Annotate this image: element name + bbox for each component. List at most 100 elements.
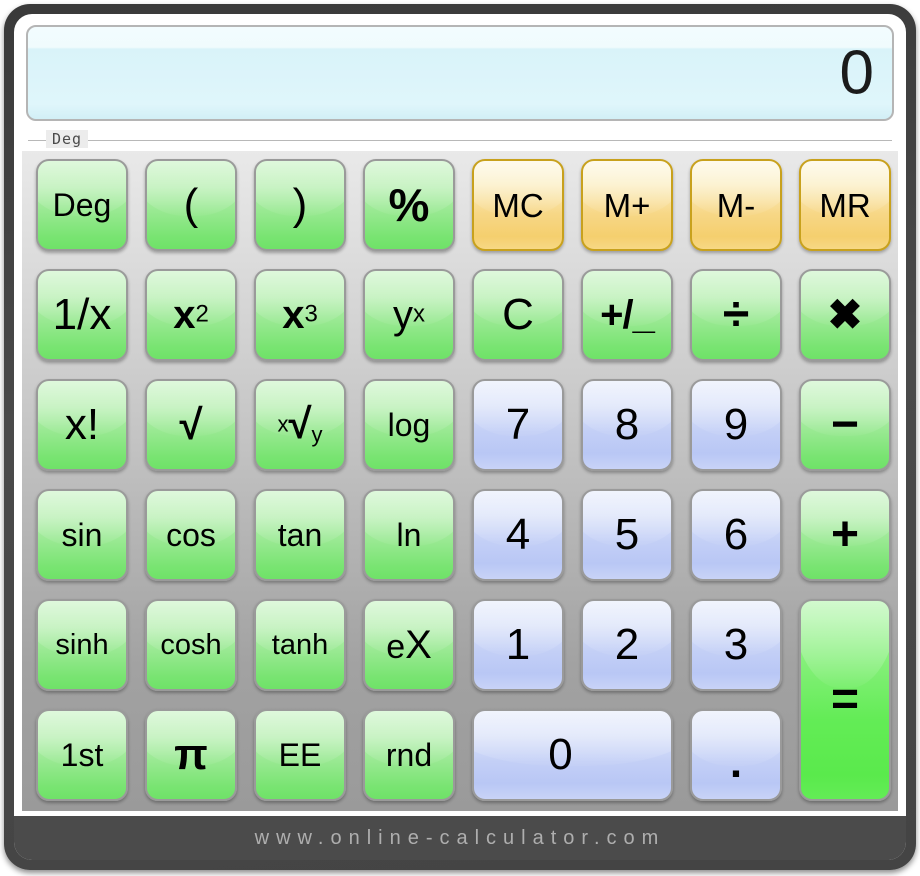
key-label-y-to-x: yx bbox=[393, 293, 425, 337]
key-round[interactable]: rnd bbox=[363, 709, 455, 801]
key-first-function[interactable]: 1st bbox=[36, 709, 128, 801]
key-label-cos: cos bbox=[166, 517, 216, 553]
key-label-digit-6: 6 bbox=[723, 510, 749, 559]
calculator-display[interactable]: 0 bbox=[26, 25, 894, 121]
key-ln[interactable]: ln bbox=[363, 489, 455, 581]
key-label-subtract: − bbox=[830, 398, 860, 451]
key-label-equals: = bbox=[830, 673, 860, 726]
key-subtract[interactable]: − bbox=[799, 379, 891, 471]
key-deg[interactable]: Deg bbox=[36, 159, 128, 251]
key-memory-clear[interactable]: MC bbox=[472, 159, 564, 251]
key-label-sign-toggle: +/_ bbox=[600, 293, 655, 337]
key-label-ln: ln bbox=[396, 517, 422, 553]
key-close-paren[interactable]: ) bbox=[254, 159, 346, 251]
key-digit-5[interactable]: 5 bbox=[581, 489, 673, 581]
key-open-paren[interactable]: ( bbox=[145, 159, 237, 251]
key-digit-8[interactable]: 8 bbox=[581, 379, 673, 471]
key-percent[interactable]: % bbox=[363, 159, 455, 251]
key-memory-recall[interactable]: MR bbox=[799, 159, 891, 251]
key-x-squared[interactable]: x2 bbox=[145, 269, 237, 361]
key-label-digit-3: 3 bbox=[723, 620, 749, 669]
key-label-clear: C bbox=[502, 290, 534, 339]
key-square-root[interactable]: √ bbox=[145, 379, 237, 471]
key-label-percent: % bbox=[388, 179, 430, 231]
key-label-first-function: 1st bbox=[60, 737, 104, 773]
key-label-digit-5: 5 bbox=[614, 510, 640, 559]
key-log[interactable]: log bbox=[363, 379, 455, 471]
key-label-sin: sin bbox=[61, 517, 103, 553]
key-digit-7[interactable]: 7 bbox=[472, 379, 564, 471]
site-url: www.online-calculator.com bbox=[254, 826, 666, 849]
key-label-nth-root: x√y bbox=[277, 400, 323, 448]
key-label-tan: tan bbox=[277, 517, 323, 553]
key-label-digit-1: 1 bbox=[505, 620, 531, 669]
key-tan[interactable]: tan bbox=[254, 489, 346, 581]
key-label-deg: Deg bbox=[52, 187, 112, 223]
key-label-round: rnd bbox=[385, 737, 433, 773]
key-label-open-paren: ( bbox=[183, 180, 199, 229]
key-label-tanh: tanh bbox=[271, 628, 329, 661]
key-label-multiply: ✖ bbox=[827, 291, 863, 338]
key-cosh[interactable]: cosh bbox=[145, 599, 237, 691]
key-digit-2[interactable]: 2 bbox=[581, 599, 673, 691]
key-y-to-x[interactable]: yx bbox=[363, 269, 455, 361]
footer-bar: www.online-calculator.com bbox=[14, 816, 906, 860]
key-label-digit-4: 4 bbox=[505, 510, 531, 559]
key-digit-1[interactable]: 1 bbox=[472, 599, 564, 691]
key-label-e-to-x: eX bbox=[386, 623, 432, 667]
key-factorial[interactable]: x! bbox=[36, 379, 128, 471]
key-label-decimal-point: . bbox=[729, 738, 743, 787]
key-label-log: log bbox=[387, 407, 431, 443]
key-x-cubed[interactable]: x3 bbox=[254, 269, 346, 361]
key-digit-6[interactable]: 6 bbox=[690, 489, 782, 581]
calculator-body: 0 Deg Deg ()% MC M+ M- MR 1/x x2 x3 yx C +/_ ÷ ✖ x! √ x√… bbox=[14, 14, 906, 860]
key-exponent-entry[interactable]: EE bbox=[254, 709, 346, 801]
key-digit-9[interactable]: 9 bbox=[690, 379, 782, 471]
key-label-memory-recall: MR bbox=[819, 186, 871, 224]
key-label-add: + bbox=[830, 508, 860, 561]
key-pi[interactable]: π bbox=[145, 709, 237, 801]
key-e-to-x[interactable]: eX bbox=[363, 599, 455, 691]
key-nth-root[interactable]: x√y bbox=[254, 379, 346, 471]
key-label-digit-8: 8 bbox=[614, 400, 640, 449]
key-decimal-point[interactable]: . bbox=[690, 709, 782, 801]
key-label-digit-0: 0 bbox=[548, 730, 573, 779]
key-label-memory-subtract: M- bbox=[716, 186, 756, 224]
key-label-memory-add: M+ bbox=[603, 186, 651, 224]
key-label-sinh: sinh bbox=[55, 628, 109, 661]
key-label-cosh: cosh bbox=[160, 628, 222, 661]
key-digit-3[interactable]: 3 bbox=[690, 599, 782, 691]
key-label-square-root: √ bbox=[179, 401, 203, 448]
display-value: 0 bbox=[839, 38, 874, 108]
key-reciprocal[interactable]: 1/x bbox=[36, 269, 128, 361]
key-digit-4[interactable]: 4 bbox=[472, 489, 564, 581]
calculator-device: 0 Deg Deg ()% MC M+ M- MR 1/x x2 x3 yx C +/_ ÷ ✖ x! √ x√… bbox=[4, 4, 916, 870]
key-label-x-cubed: x3 bbox=[282, 293, 318, 337]
key-cos[interactable]: cos bbox=[145, 489, 237, 581]
key-label-close-paren: ) bbox=[292, 180, 308, 229]
key-tanh[interactable]: tanh bbox=[254, 599, 346, 691]
key-equals[interactable]: = bbox=[799, 599, 891, 801]
key-label-reciprocal: 1/x bbox=[52, 290, 112, 339]
key-digit-0[interactable]: 0 bbox=[472, 709, 673, 801]
key-sin[interactable]: sin bbox=[36, 489, 128, 581]
key-label-factorial: x! bbox=[64, 400, 100, 449]
angle-mode-label: Deg bbox=[46, 130, 89, 148]
key-sinh[interactable]: sinh bbox=[36, 599, 128, 691]
key-label-pi: π bbox=[174, 730, 208, 779]
key-clear[interactable]: C bbox=[472, 269, 564, 361]
key-multiply[interactable]: ✖ bbox=[799, 269, 891, 361]
key-label-digit-7: 7 bbox=[505, 400, 531, 449]
key-label-digit-9: 9 bbox=[723, 400, 749, 449]
keypad: Deg ()% MC M+ M- MR 1/x x2 x3 yx C +/_ ÷ ✖ x! √ x√y log 7 8… bbox=[22, 151, 898, 811]
key-sign-toggle[interactable]: +/_ bbox=[581, 269, 673, 361]
key-divide[interactable]: ÷ bbox=[690, 269, 782, 361]
key-memory-subtract[interactable]: M- bbox=[690, 159, 782, 251]
key-label-digit-2: 2 bbox=[614, 620, 640, 669]
key-label-x-squared: x2 bbox=[173, 293, 209, 337]
key-memory-add[interactable]: M+ bbox=[581, 159, 673, 251]
mode-divider bbox=[28, 140, 892, 141]
key-label-divide: ÷ bbox=[722, 288, 750, 341]
key-add[interactable]: + bbox=[799, 489, 891, 581]
angle-mode-group: Deg bbox=[28, 130, 892, 149]
